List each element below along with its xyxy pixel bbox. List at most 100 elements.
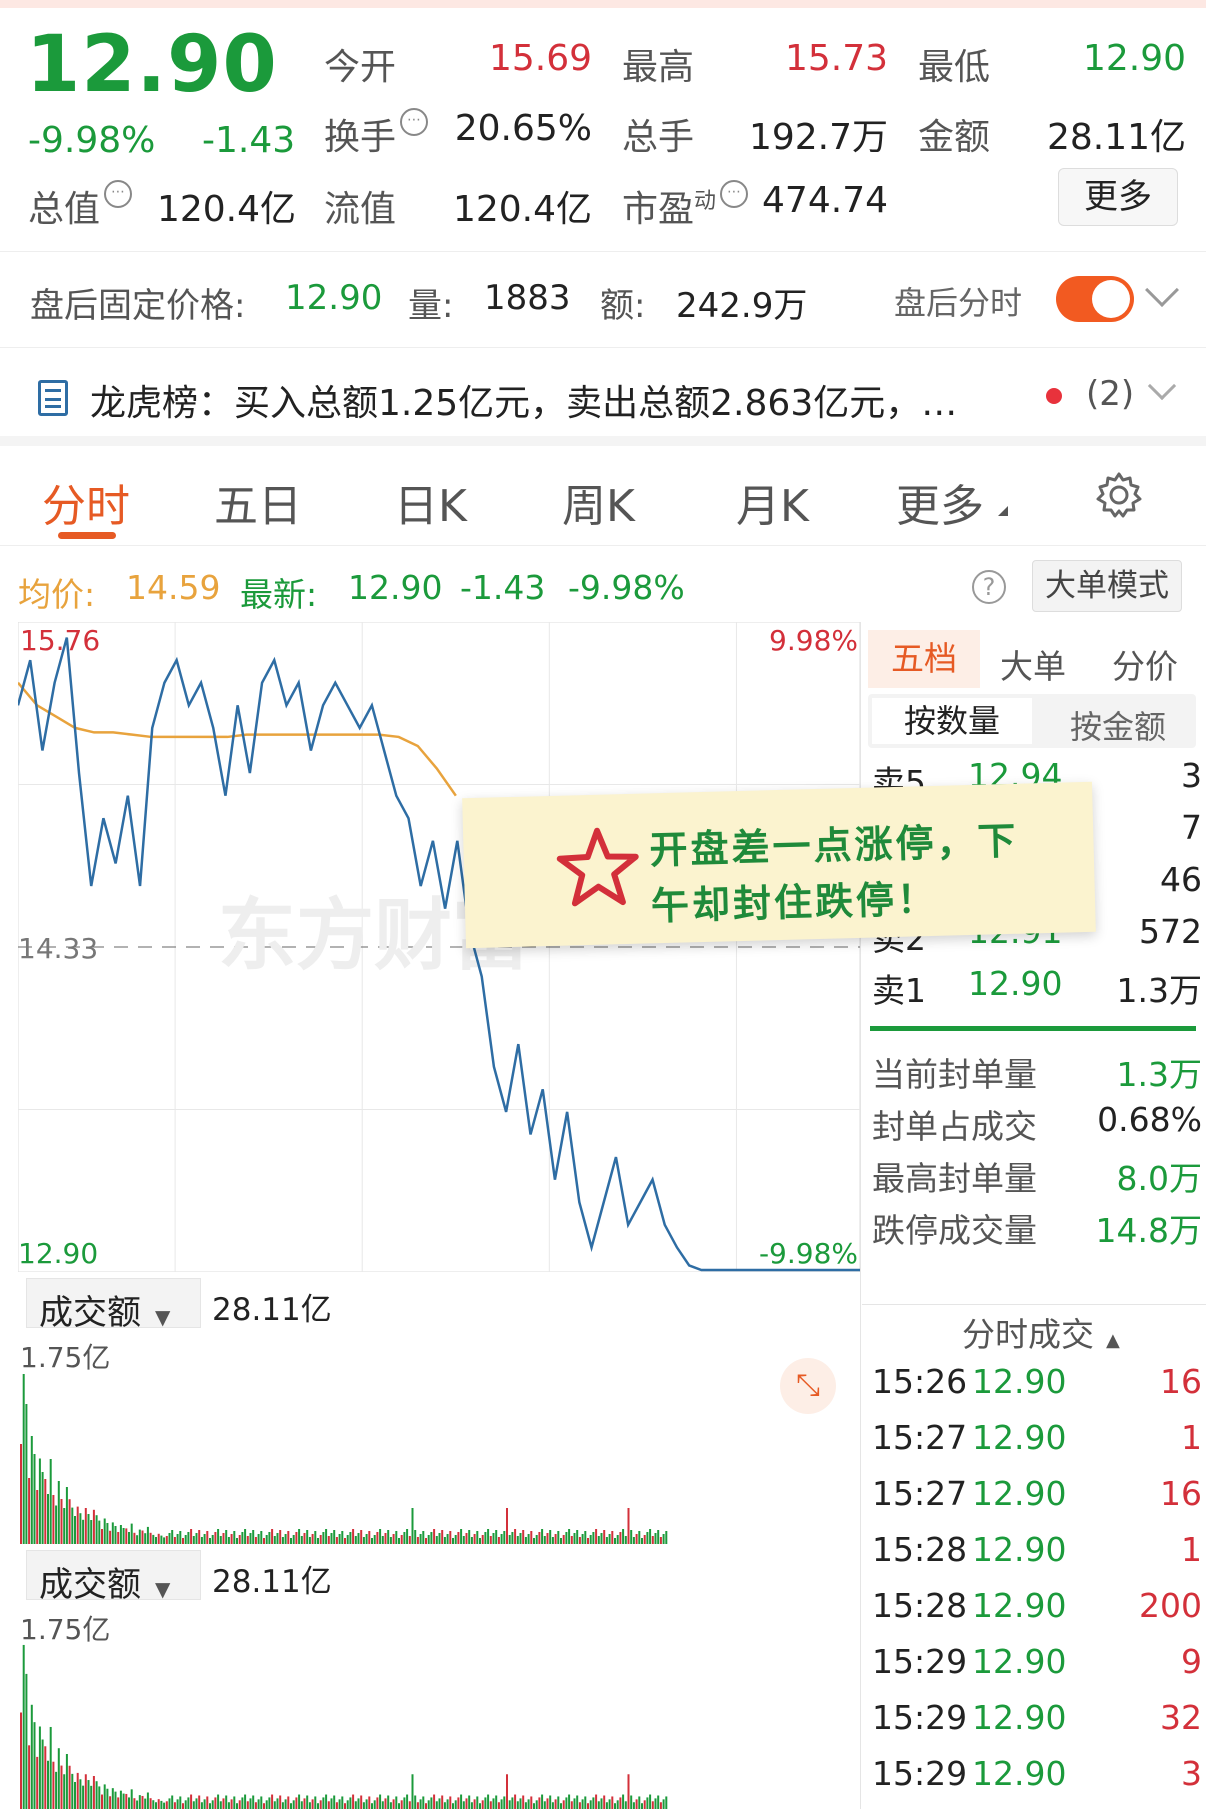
subtab-by-amount[interactable]: 按金额 xyxy=(1048,702,1188,748)
volume-bar xyxy=(414,1795,417,1809)
volume-bar xyxy=(109,1796,112,1809)
volume-bar xyxy=(384,1533,387,1544)
gear-icon[interactable] xyxy=(1094,470,1144,520)
volume-bar xyxy=(338,1534,341,1544)
volume-bar xyxy=(500,1799,503,1809)
volume-bar xyxy=(36,1756,39,1809)
volume-bar xyxy=(122,1793,125,1809)
volume-bar xyxy=(392,1534,395,1544)
ah-vol-value: 1883 xyxy=(484,278,571,318)
info-icon[interactable]: ⋯ xyxy=(400,108,429,136)
volume-bar xyxy=(82,1519,85,1544)
volume-bar xyxy=(225,1530,228,1544)
toggle-knob xyxy=(1092,280,1130,318)
tab-fenjia[interactable]: 分价 xyxy=(1112,640,1178,688)
volume-bar xyxy=(497,1802,500,1809)
volume-bar xyxy=(30,1704,33,1809)
volume-bar xyxy=(481,1535,484,1544)
float-value: 120.4亿 xyxy=(452,189,592,230)
more-button[interactable]: 更多 xyxy=(1058,168,1178,226)
tab-dayk[interactable]: 日K xyxy=(394,470,467,534)
tab-dadan[interactable]: 大单 xyxy=(1000,640,1066,688)
subtab-by-qty[interactable]: 按数量 xyxy=(872,698,1032,744)
volume-selector[interactable]: 成交额 ▼ xyxy=(26,1278,201,1333)
big-order-mode-button[interactable]: 大单模式 xyxy=(1032,560,1182,612)
volume-bar xyxy=(122,1528,125,1544)
volume-bar xyxy=(233,1796,236,1809)
volume-bar xyxy=(222,1798,225,1809)
volume-bar xyxy=(217,1529,220,1544)
volume-selector-2[interactable]: 成交额 ▼ xyxy=(26,1550,201,1605)
volume-bar xyxy=(22,1644,25,1809)
volume-bar xyxy=(533,1538,535,1544)
volume-bar xyxy=(530,1531,533,1544)
lhb-bar[interactable]: 龙虎榜：买入总额1.25亿元，卖出总额2.863亿元，… (2) xyxy=(0,350,1206,446)
ticks-title[interactable]: 分时成交 ▲ xyxy=(962,1308,1120,1356)
expand-icon[interactable]: ⤡ xyxy=(780,1358,836,1414)
volume-max-label-2: 1.75亿 xyxy=(20,1613,111,1646)
volume-bar xyxy=(549,1530,552,1544)
tick-row: 15:29 12.90 3 xyxy=(872,1754,1202,1793)
volume-bar xyxy=(506,1508,508,1544)
volume-bar xyxy=(281,1537,284,1544)
volume-bar xyxy=(665,1796,668,1809)
volume-bar xyxy=(74,1781,76,1809)
tab-monthk[interactable]: 月K xyxy=(736,470,809,534)
volume-bar xyxy=(430,1797,433,1809)
volume-bar xyxy=(354,1536,357,1544)
tab-fenshi[interactable]: 分时 xyxy=(42,470,130,534)
volume-bar xyxy=(314,1796,317,1809)
volume-bar xyxy=(589,1800,592,1809)
info-icon[interactable]: ⋯ xyxy=(104,180,133,208)
volume-bar xyxy=(144,1533,147,1544)
volume-bar xyxy=(279,1530,282,1544)
volume-bar xyxy=(227,1537,230,1544)
help-icon[interactable]: ? xyxy=(972,570,1006,604)
volume-bar xyxy=(79,1779,82,1809)
volume-bar xyxy=(149,1532,152,1544)
volume-bar xyxy=(176,1799,179,1809)
document-icon xyxy=(38,380,68,416)
volume-bar xyxy=(254,1802,257,1809)
volume-bar xyxy=(662,1799,665,1809)
volume-bar xyxy=(373,1800,376,1809)
volume-bar xyxy=(260,1796,263,1809)
volume-bar xyxy=(290,1538,292,1544)
volume-bar xyxy=(57,1748,60,1809)
tab-weekk[interactable]: 周K xyxy=(562,470,635,534)
volume-bar xyxy=(508,1535,511,1544)
ah-toggle-label: 盘后分时 xyxy=(894,284,1023,322)
volume-bar xyxy=(635,1534,638,1544)
volume-bar xyxy=(524,1802,527,1809)
tab-more[interactable]: 更多 xyxy=(896,470,984,534)
tab-wudang[interactable]: 五档 xyxy=(868,630,980,688)
volume-bar xyxy=(106,1788,109,1809)
intraday-chart[interactable]: 东方财富 15.76 9.98% 14.33 12.90 -9.98% xyxy=(16,621,861,1273)
volume-bar xyxy=(138,1795,141,1809)
volume-bar xyxy=(319,1800,322,1809)
open-label: 今开 xyxy=(324,47,397,88)
ah-price-label: 盘后固定价格: xyxy=(30,286,246,326)
volume-bar xyxy=(90,1520,93,1544)
volume-bar xyxy=(468,1530,471,1544)
volume-bar xyxy=(222,1533,225,1544)
after-hours-bar: 盘后固定价格: 12.90 量: 1883 额: 242.9万 盘后分时 xyxy=(0,252,1206,348)
mktcap-label: 总值 ⋯ xyxy=(28,180,133,232)
volume-bar xyxy=(495,1795,498,1809)
info-icon[interactable]: ⋯ xyxy=(720,180,749,208)
volume-bar xyxy=(465,1533,468,1544)
volume-bar xyxy=(462,1536,465,1544)
volume-bar xyxy=(271,1529,274,1544)
after-hours-toggle[interactable] xyxy=(1056,276,1134,322)
volume-bar xyxy=(211,1535,214,1544)
volume-bar xyxy=(454,1800,457,1809)
volume-bar xyxy=(317,1803,319,1809)
tab-wuri[interactable]: 五日 xyxy=(214,470,302,534)
volume-bar xyxy=(325,1529,328,1544)
volume-bar xyxy=(376,1532,379,1544)
volume-bar xyxy=(322,1532,325,1544)
volume-bar xyxy=(298,1529,301,1544)
volume-bar xyxy=(344,1803,346,1809)
chevron-down-icon[interactable] xyxy=(1147,371,1177,401)
divider xyxy=(862,1304,1206,1305)
